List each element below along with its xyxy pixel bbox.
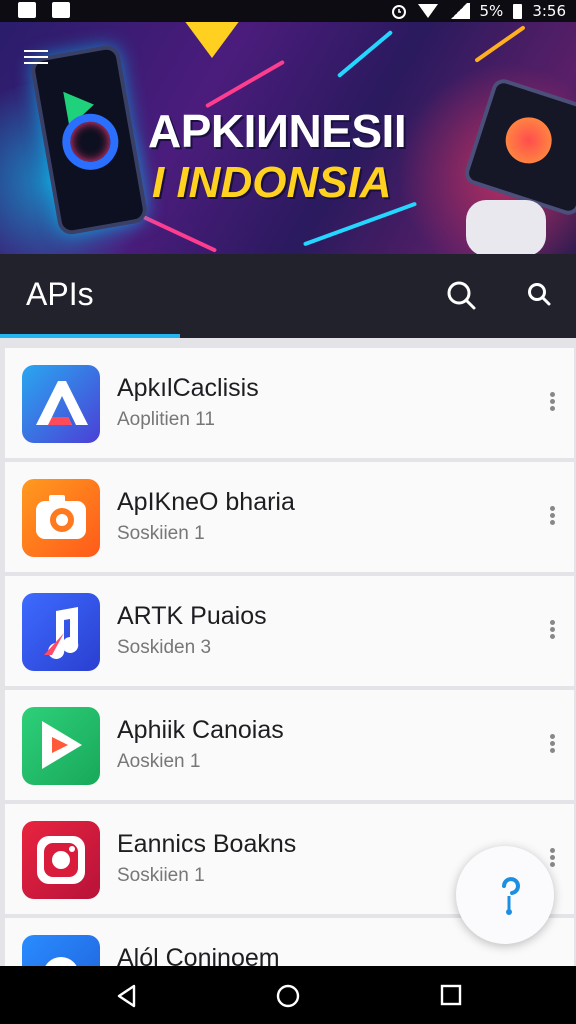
assistant-icon xyxy=(502,877,520,915)
play-arrow-app-icon xyxy=(22,707,100,785)
notification-icon-2 xyxy=(52,2,70,18)
instagram-app-icon xyxy=(22,821,100,899)
app-subtitle: Soskiden 3 xyxy=(117,637,212,658)
back-icon[interactable] xyxy=(116,984,138,1008)
battery-percent: 5% xyxy=(479,2,504,20)
app-name: ApkılCaclisis xyxy=(117,374,259,402)
letter-a-app-icon xyxy=(22,365,100,443)
battery-icon xyxy=(513,3,523,19)
alarm-icon xyxy=(391,5,406,19)
camera-app-icon xyxy=(22,479,100,557)
hero-banner: APKIИNESII I INDONSIA xyxy=(0,22,576,254)
navigation-bar xyxy=(0,966,576,1024)
signal-icon xyxy=(447,3,470,19)
app-name: ApIKneO bharia xyxy=(117,488,295,516)
app-subtitle: Soskiien 1 xyxy=(117,865,205,886)
app-bar: APIs xyxy=(0,254,576,338)
more-options-icon[interactable] xyxy=(550,392,556,412)
camera-lens-app-icon xyxy=(22,935,100,966)
page-title: APIs xyxy=(26,276,94,312)
recents-icon[interactable] xyxy=(440,984,462,1006)
notification-icon xyxy=(18,2,36,18)
app-subtitle: Soskiien 1 xyxy=(117,523,205,544)
more-options-icon[interactable] xyxy=(550,734,556,754)
banner-title: APKIИNESII xyxy=(148,105,407,157)
search-icon[interactable] xyxy=(446,280,476,310)
more-options-icon[interactable] xyxy=(550,620,556,640)
home-icon[interactable] xyxy=(276,984,300,1008)
status-bar: 5% 3:56 xyxy=(0,0,576,22)
list-item[interactable]: ApkılCaclisis Aoplitien 11 xyxy=(5,348,574,458)
app-subtitle: Aoplitien 11 xyxy=(117,409,215,430)
wifi-icon xyxy=(417,4,438,18)
assistant-fab[interactable] xyxy=(456,846,554,944)
app-name: Alól Coninoem xyxy=(117,944,280,966)
search-icon-secondary[interactable] xyxy=(527,282,551,306)
list-item[interactable]: ApIKneO bharia Soskiien 1 xyxy=(5,462,574,572)
list-item[interactable]: Aphiik Canoias Aoskien 1 xyxy=(5,690,574,800)
clock: 3:56 xyxy=(532,2,566,20)
app-name: Aphiik Canoias xyxy=(117,716,284,744)
gamepad-illustration xyxy=(466,200,546,254)
more-options-icon[interactable] xyxy=(550,506,556,526)
list-item[interactable]: ARTK Puaios Soskiden 3 xyxy=(5,576,574,686)
music-note-app-icon xyxy=(22,593,100,671)
app-subtitle: Aoskien 1 xyxy=(117,751,201,772)
banner-subtitle: I INDONSIA xyxy=(152,158,392,207)
hamburger-menu-icon[interactable] xyxy=(24,50,48,68)
app-name: ARTK Puaios xyxy=(117,602,267,630)
app-name: Eannics Boakns xyxy=(117,830,297,858)
